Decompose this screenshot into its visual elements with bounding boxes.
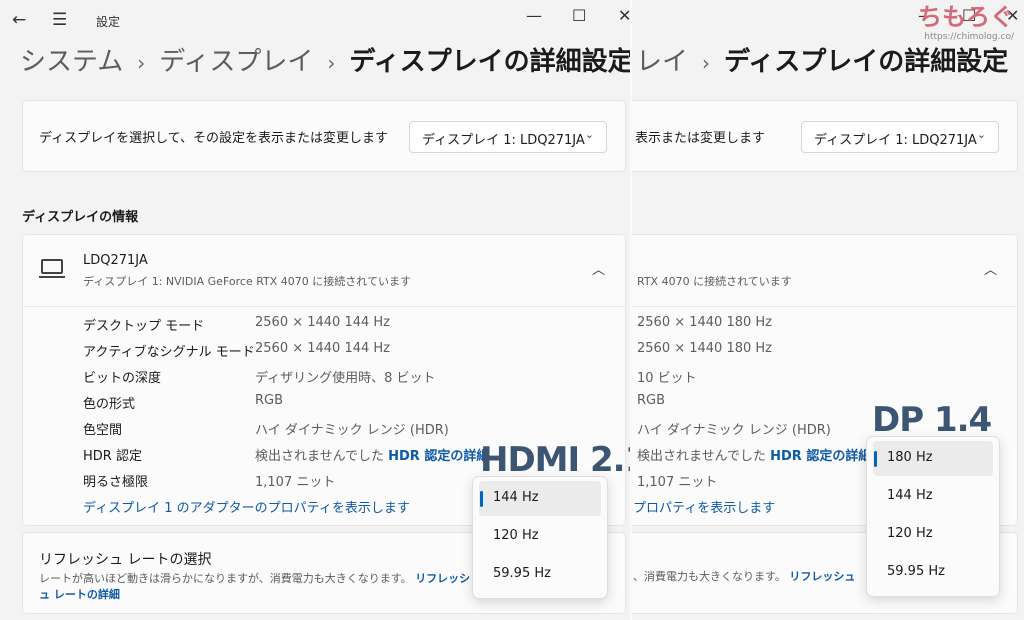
chevron-down-icon: ⌄ xyxy=(976,128,986,141)
refresh-option-120[interactable]: 120 Hz xyxy=(479,519,601,554)
refresh-option-180[interactable]: 180 Hz xyxy=(873,441,993,476)
brand-watermark: ちもろぐ https://chimolog.co/ xyxy=(918,2,1014,42)
display-select-value: ディスプレイ 1: LDQ271JA xyxy=(814,133,977,148)
display-info-header[interactable]: RTX 4070 に接続されています ︿ xyxy=(632,235,1017,307)
adapter-properties-link[interactable]: ディスプレイ 1 のアダプターのプロパティを表示します xyxy=(83,497,410,516)
info-row: アクティブなシグナル モード 2560 × 1440 144 Hz xyxy=(83,341,391,360)
breadcrumb: システム › ディスプレイ › ディスプレイの詳細設定 xyxy=(20,44,632,81)
monitor-icon xyxy=(39,259,65,278)
breadcrumb-right: レイ › ディスプレイの詳細設定 xyxy=(636,44,1008,81)
right-settings-window: — ☐ ✕ ちもろぐ https://chimolog.co/ レイ › ディスプレ… xyxy=(632,0,1024,620)
refresh-rate-description: レートが高いほど動きは滑らかになりますが、消費電力も大きくなります。 リフレッシ… xyxy=(39,572,471,601)
refresh-option-5995[interactable]: 59.95 Hz xyxy=(873,555,993,590)
hdr-cert-link[interactable]: HDR 認定の詳細 xyxy=(388,449,489,464)
chevron-right-icon: › xyxy=(327,51,336,75)
display-info-header[interactable]: LDQ271JA ディスプレイ 1: NVIDIA GeForce RTX 40… xyxy=(23,235,625,307)
chevron-up-icon[interactable]: ︿ xyxy=(592,259,605,278)
page-title: ディスプレイの詳細設定 xyxy=(724,47,1009,77)
breadcrumb-display[interactable]: ディスプレイ xyxy=(159,47,313,77)
title-bar: ← ☰ 設定 — ☐ ✕ xyxy=(0,0,632,40)
display-select-dropdown[interactable]: ディスプレイ 1: LDQ271JA ⌄ xyxy=(409,121,607,153)
left-settings-window: ← ☰ 設定 — ☐ ✕ システム › ディスプレイ › ディスプレイの詳細設定 ディス… xyxy=(0,0,632,620)
refresh-rate-flyout-right: 180 Hz 144 Hz 120 Hz 59.95 Hz xyxy=(866,436,1000,597)
chevron-up-icon[interactable]: ︿ xyxy=(984,259,997,278)
info-row: 10 ビット xyxy=(637,371,697,386)
dp-label: DP 1.4 xyxy=(872,400,992,440)
page-title: ディスプレイの詳細設定 xyxy=(349,47,632,77)
monitor-connection: RTX 4070 に接続されています xyxy=(637,275,792,288)
minimize-icon[interactable]: — xyxy=(526,6,542,26)
display-select-card-right: 表示または変更します ディスプレイ 1: LDQ271JA ⌄ xyxy=(632,100,1018,172)
display-select-value: ディスプレイ 1: LDQ271JA xyxy=(422,133,585,148)
display-select-label: ディスプレイを選択して、その設定を表示または変更します xyxy=(39,131,389,146)
hdr-cert-link[interactable]: HDR 認定の詳細 xyxy=(770,449,871,464)
maximize-icon[interactable]: ☐ xyxy=(572,6,586,26)
brand-url: https://chimolog.co/ xyxy=(924,32,1014,42)
display-select-label: 表示または変更します xyxy=(635,131,766,146)
refresh-rate-title: リフレッシュ レートの選択 xyxy=(39,552,212,568)
info-row: 色の形式 RGB xyxy=(83,393,284,412)
adapter-properties-link[interactable]: プロパティを表示します xyxy=(633,497,775,516)
chevron-right-icon: › xyxy=(702,51,711,75)
brand-logo: ちもろぐ xyxy=(918,3,1014,31)
display-select-dropdown[interactable]: ディスプレイ 1: LDQ271JA ⌄ xyxy=(801,121,999,153)
info-row: ビットの深度 ディザリング使用時、8 ビット xyxy=(83,371,436,386)
monitor-name: LDQ271JA xyxy=(83,253,148,268)
info-row: デスクトップ モード 2560 × 1440 144 Hz xyxy=(83,315,391,334)
info-row: 2560 × 1440 180 Hz xyxy=(637,341,773,356)
refresh-option-144[interactable]: 144 Hz xyxy=(873,479,993,514)
refresh-option-120[interactable]: 120 Hz xyxy=(873,517,993,552)
refresh-rate-flyout-left: 144 Hz 120 Hz 59.95 Hz xyxy=(472,476,608,599)
refresh-option-5995[interactable]: 59.95 Hz xyxy=(479,557,601,592)
info-row: 2560 × 1440 180 Hz xyxy=(637,315,773,330)
display-select-card: ディスプレイを選択して、その設定を表示または変更します ディスプレイ 1: LD… xyxy=(22,100,626,172)
monitor-connection: ディスプレイ 1: NVIDIA GeForce RTX 4070 に接続されて… xyxy=(83,275,411,288)
back-arrow-icon[interactable]: ← xyxy=(12,10,26,30)
hamburger-menu-icon[interactable]: ☰ xyxy=(52,10,67,30)
refresh-rate-link[interactable]: リフレッシュ xyxy=(789,570,855,583)
hdmi-label: HDMI 2.1 xyxy=(480,440,632,480)
refresh-option-144[interactable]: 144 Hz xyxy=(479,481,601,516)
breadcrumb-display[interactable]: レイ xyxy=(636,47,688,77)
chevron-down-icon: ⌄ xyxy=(584,128,594,141)
breadcrumb-system[interactable]: システム xyxy=(20,47,123,77)
chevron-right-icon: › xyxy=(137,51,146,75)
section-title: ディスプレイの情報 xyxy=(22,210,139,225)
app-title: 設定 xyxy=(96,15,121,29)
